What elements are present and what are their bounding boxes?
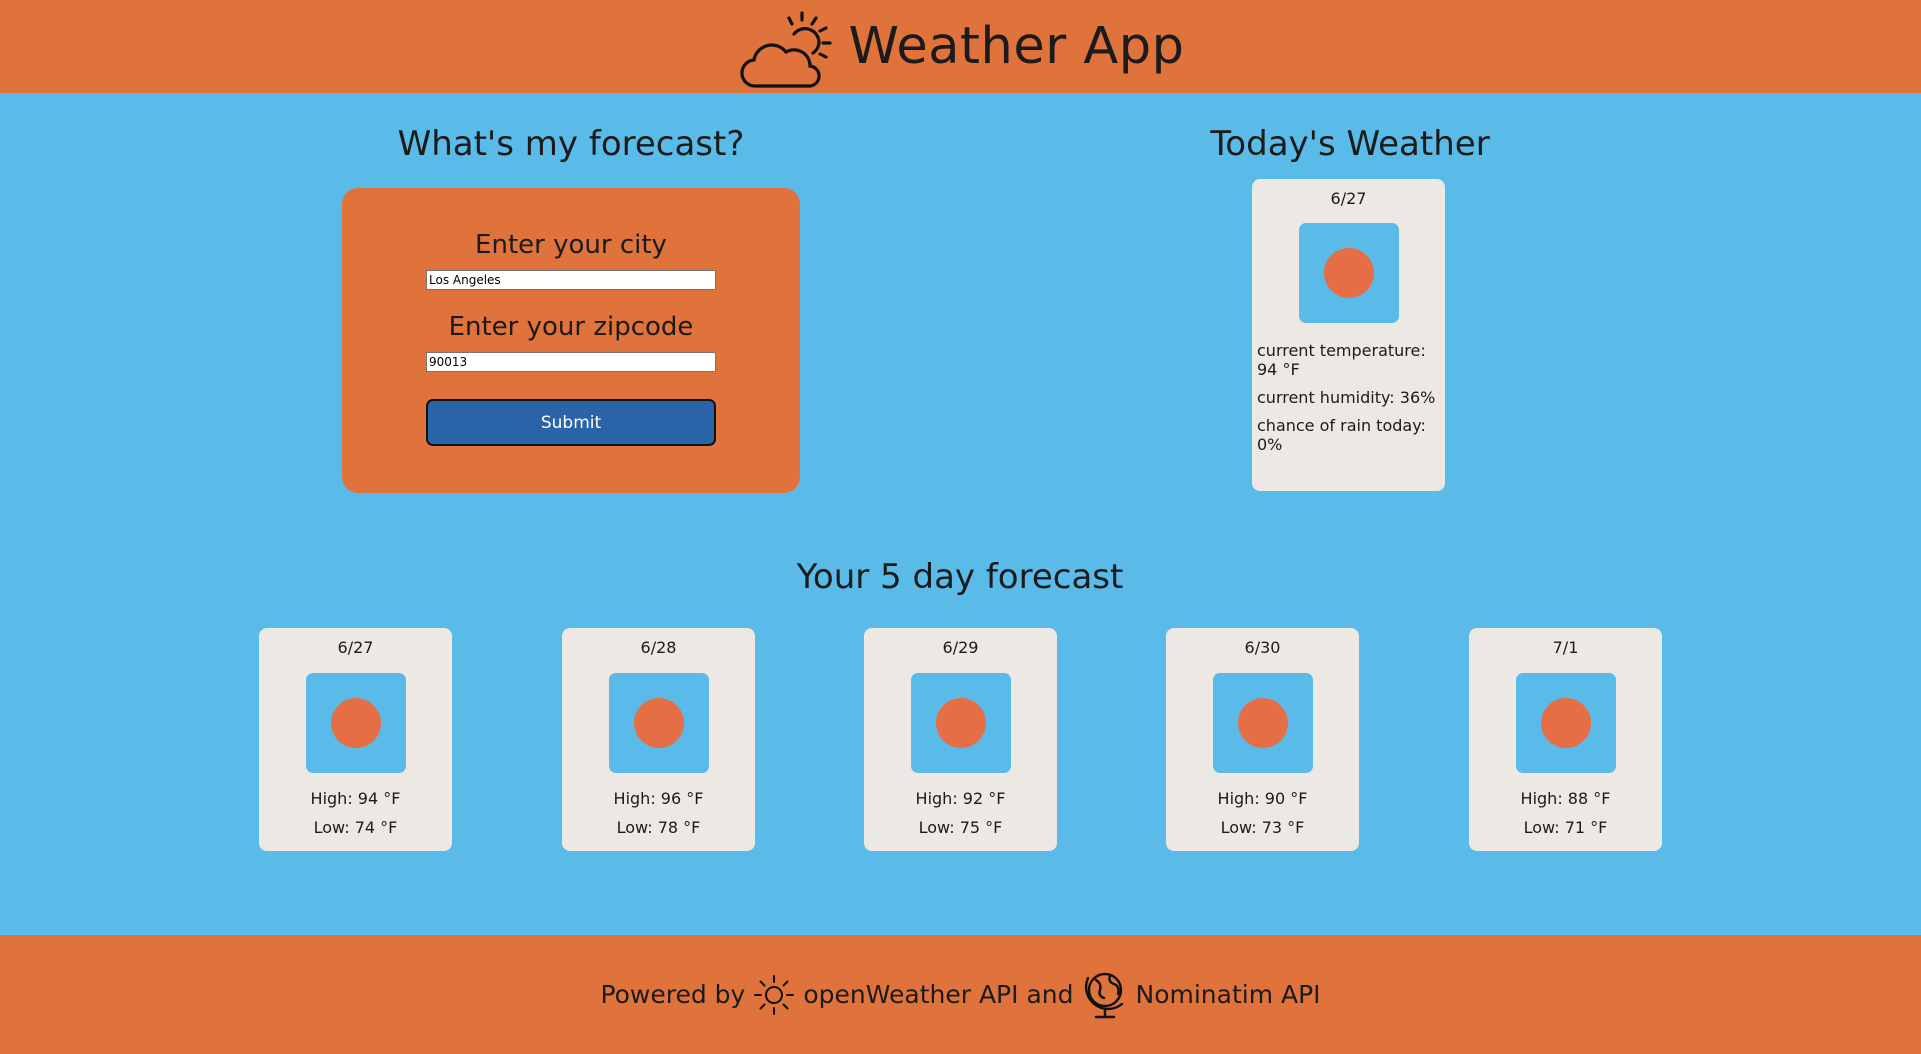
forecast-low: Low: 73 °F bbox=[1220, 818, 1305, 837]
chance-of-rain: chance of rain today: 0% bbox=[1257, 416, 1426, 454]
zipcode-input[interactable] bbox=[426, 352, 716, 372]
forecast-low: Low: 75 °F bbox=[918, 818, 1003, 837]
cloud-sun-icon bbox=[740, 10, 833, 88]
five-day-forecast-title: Your 5 day forecast bbox=[796, 557, 1124, 597]
nominatim-api-text: Nominatim API bbox=[1135, 980, 1321, 1009]
sun-icon bbox=[1323, 248, 1374, 298]
city-input[interactable] bbox=[426, 270, 716, 290]
forecast-day-card: 7/1 High: 88 °F Low: 71 °F bbox=[1469, 628, 1662, 851]
today-weather-title: Today's Weather bbox=[1210, 124, 1490, 164]
sun-icon bbox=[935, 698, 986, 748]
main-content: What's my forecast? Enter your city Ente… bbox=[0, 93, 1921, 935]
forecast-high: High: 90 °F bbox=[1217, 789, 1308, 808]
weather-icon-box bbox=[1515, 673, 1616, 773]
openweather-api-text: openWeather API bbox=[803, 980, 1019, 1009]
forecast-day-card: 6/27 High: 94 °F Low: 74 °F bbox=[259, 628, 452, 851]
weather-icon-box bbox=[305, 673, 406, 773]
forecast-low: Low: 78 °F bbox=[616, 818, 701, 837]
forecast-day-card: 6/30 High: 90 °F Low: 73 °F bbox=[1166, 628, 1359, 851]
forecast-high: High: 96 °F bbox=[613, 789, 704, 808]
current-temperature: current temperature: 94 °F bbox=[1257, 341, 1426, 379]
weather-icon-box bbox=[910, 673, 1011, 773]
current-humidity: current humidity: 36% bbox=[1257, 388, 1436, 407]
today-date: 6/27 bbox=[1330, 189, 1367, 208]
and-text: and bbox=[1026, 980, 1074, 1009]
today-weather-card: 6/27 current temperature: 94 °F current … bbox=[1252, 179, 1445, 491]
sun-icon bbox=[1237, 698, 1288, 748]
sun-icon bbox=[633, 698, 684, 748]
forecast-date: 6/27 bbox=[337, 638, 374, 657]
forecast-high: High: 94 °F bbox=[310, 789, 401, 808]
sun-icon bbox=[1540, 698, 1591, 748]
forecast-day-card: 6/28 High: 96 °F Low: 78 °F bbox=[562, 628, 755, 851]
forecast-date: 7/1 bbox=[1552, 638, 1579, 657]
forecast-form: Enter your city Enter your zipcode Submi… bbox=[342, 188, 800, 493]
globe-icon bbox=[1084, 972, 1123, 1018]
forecast-low: Low: 71 °F bbox=[1523, 818, 1608, 837]
weather-icon-box bbox=[1298, 223, 1399, 323]
forecast-date: 6/29 bbox=[942, 638, 979, 657]
forecast-high: High: 92 °F bbox=[915, 789, 1006, 808]
forecast-low: Low: 74 °F bbox=[313, 818, 398, 837]
city-label: Enter your city bbox=[475, 230, 667, 260]
powered-by-text: Powered by bbox=[600, 980, 746, 1009]
forecast-day-card: 6/29 High: 92 °F Low: 75 °F bbox=[864, 628, 1057, 851]
forecast-date: 6/30 bbox=[1244, 638, 1281, 657]
app-title: Weather App bbox=[848, 17, 1185, 76]
sun-icon bbox=[330, 698, 381, 748]
sun-outline-icon bbox=[754, 974, 795, 1015]
forecast-high: High: 88 °F bbox=[1520, 789, 1611, 808]
weather-icon-box bbox=[1212, 673, 1313, 773]
app-header: Weather App bbox=[0, 0, 1921, 93]
submit-button[interactable]: Submit bbox=[426, 399, 716, 446]
weather-icon-box bbox=[608, 673, 709, 773]
zipcode-label: Enter your zipcode bbox=[448, 312, 694, 342]
app-footer: Powered by openWeather API and Nominatim… bbox=[0, 935, 1921, 1054]
forecast-date: 6/28 bbox=[640, 638, 677, 657]
forecast-form-title: What's my forecast? bbox=[397, 124, 745, 164]
